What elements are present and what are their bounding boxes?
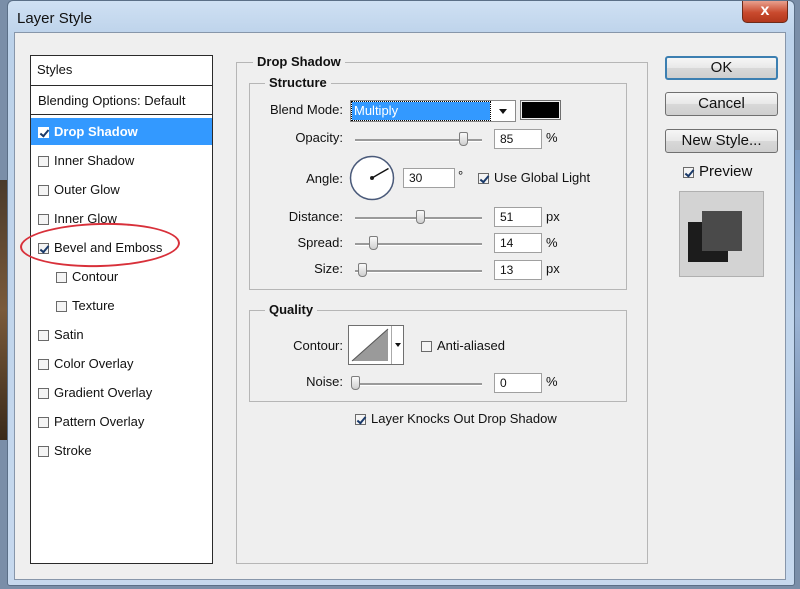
- cancel-button[interactable]: Cancel: [665, 92, 778, 116]
- preview-layer-square: [702, 211, 742, 251]
- style-item-outer-glow[interactable]: Outer Glow: [31, 176, 212, 203]
- blend-mode-select[interactable]: Multiply: [350, 100, 516, 122]
- angle-unit: °: [458, 168, 464, 183]
- style-item-texture[interactable]: Texture: [31, 292, 212, 319]
- style-item-label: Stroke: [54, 443, 92, 458]
- size-unit: px: [546, 261, 560, 276]
- angle-dial[interactable]: [349, 155, 395, 201]
- preview-option[interactable]: Preview: [683, 163, 752, 180]
- spread-unit: %: [546, 235, 558, 250]
- style-item-contour[interactable]: Contour: [31, 263, 212, 290]
- style-item-checkbox[interactable]: [56, 272, 67, 283]
- quality-title: Quality: [265, 302, 318, 317]
- spread-slider-thumb[interactable]: [369, 236, 378, 250]
- spread-label: Spread:: [297, 235, 343, 250]
- shadow-color-swatch[interactable]: [520, 100, 561, 120]
- distance-input[interactable]: 51: [494, 207, 542, 227]
- dialog-title: Layer Style: [17, 10, 93, 27]
- angle-label: Angle:: [306, 171, 343, 186]
- noise-unit: %: [546, 374, 558, 389]
- blend-mode-label: Blend Mode:: [270, 102, 343, 117]
- new-style-button[interactable]: New Style...: [665, 129, 778, 153]
- style-item-label: Blending Options: Default: [38, 93, 186, 108]
- knocks-out-checkbox[interactable]: [355, 414, 366, 425]
- style-item-checkbox[interactable]: [38, 359, 49, 370]
- style-item-label: Color Overlay: [54, 356, 134, 371]
- size-slider-thumb[interactable]: [358, 263, 367, 277]
- use-global-light-option[interactable]: Use Global Light: [478, 170, 590, 185]
- style-item-checkbox[interactable]: [38, 330, 49, 341]
- spread-input[interactable]: 14: [494, 233, 542, 253]
- blend-mode-value: Multiply: [351, 101, 491, 121]
- opacity-unit: %: [546, 130, 558, 145]
- contour-label: Contour:: [293, 338, 343, 353]
- knocks-out-option[interactable]: Layer Knocks Out Drop Shadow: [355, 411, 557, 426]
- style-item-checkbox[interactable]: [56, 301, 67, 312]
- preview-checkbox[interactable]: [683, 167, 694, 178]
- style-item-drop-shadow[interactable]: Drop Shadow: [31, 118, 212, 145]
- knocks-out-label: Layer Knocks Out Drop Shadow: [371, 411, 557, 426]
- style-item-label: Inner Shadow: [54, 153, 135, 168]
- style-item-pattern-overlay[interactable]: Pattern Overlay: [31, 408, 212, 435]
- opacity-input[interactable]: 85: [494, 129, 542, 149]
- anti-aliased-checkbox[interactable]: [421, 341, 432, 352]
- style-item-satin[interactable]: Satin: [31, 321, 212, 348]
- style-item-stroke[interactable]: Stroke: [31, 437, 212, 464]
- style-item-checkbox[interactable]: [38, 388, 49, 399]
- close-button[interactable]: x: [742, 1, 788, 23]
- style-item-label: Gradient Overlay: [54, 385, 153, 400]
- distance-unit: px: [546, 209, 560, 224]
- contour-dropdown-arrow-icon[interactable]: [391, 326, 404, 364]
- style-item-gradient-overlay[interactable]: Gradient Overlay: [31, 379, 212, 406]
- size-slider-track[interactable]: [355, 270, 482, 273]
- preview-label: Preview: [699, 163, 753, 180]
- style-item-checkbox[interactable]: [38, 127, 49, 138]
- style-item-color-overlay[interactable]: Color Overlay: [31, 350, 212, 377]
- noise-input[interactable]: 0: [494, 373, 542, 393]
- size-label: Size:: [314, 261, 343, 276]
- noise-slider-track[interactable]: [355, 383, 482, 386]
- style-item-checkbox[interactable]: [38, 417, 49, 428]
- style-item-checkbox[interactable]: [38, 156, 49, 167]
- style-item-checkbox[interactable]: [38, 446, 49, 457]
- ok-button[interactable]: OK: [665, 56, 778, 80]
- styles-list-header[interactable]: Styles: [31, 56, 212, 86]
- distance-slider-thumb[interactable]: [416, 210, 425, 224]
- style-item-label: Pattern Overlay: [54, 414, 145, 429]
- style-item-inner-shadow[interactable]: Inner Shadow: [31, 147, 212, 174]
- styles-list-panel: Styles Blending Options: Default Drop Sha…: [30, 55, 213, 564]
- size-input[interactable]: 13: [494, 260, 542, 280]
- style-item-label: Outer Glow: [54, 182, 120, 197]
- anti-aliased-option[interactable]: Anti-aliased: [421, 338, 505, 353]
- angle-input[interactable]: 30: [403, 168, 455, 188]
- style-item-checkbox[interactable]: [38, 214, 49, 225]
- style-item-label: Drop Shadow: [54, 124, 138, 139]
- style-item-label: Texture: [72, 298, 115, 313]
- use-global-light-label: Use Global Light: [494, 170, 591, 185]
- style-item-label: Satin: [54, 327, 84, 342]
- distance-label: Distance:: [288, 209, 343, 224]
- structure-title: Structure: [265, 75, 331, 90]
- noise-label: Noise:: [306, 374, 343, 389]
- style-preview-swatch: [679, 191, 764, 277]
- opacity-slider-thumb[interactable]: [459, 132, 468, 146]
- style-item-blending-options-default[interactable]: Blending Options: Default: [31, 86, 212, 115]
- style-item-checkbox[interactable]: [38, 185, 49, 196]
- contour-picker[interactable]: [348, 325, 404, 365]
- drop-shadow-title: Drop Shadow: [253, 54, 345, 69]
- use-global-light-checkbox[interactable]: [478, 173, 489, 184]
- opacity-label: Opacity:: [295, 130, 343, 145]
- anti-aliased-label: Anti-aliased: [437, 338, 505, 353]
- style-item-label: Contour: [72, 269, 119, 284]
- contour-preview-icon: [351, 328, 389, 362]
- chevron-down-icon: [493, 102, 514, 120]
- noise-slider-thumb[interactable]: [351, 376, 360, 390]
